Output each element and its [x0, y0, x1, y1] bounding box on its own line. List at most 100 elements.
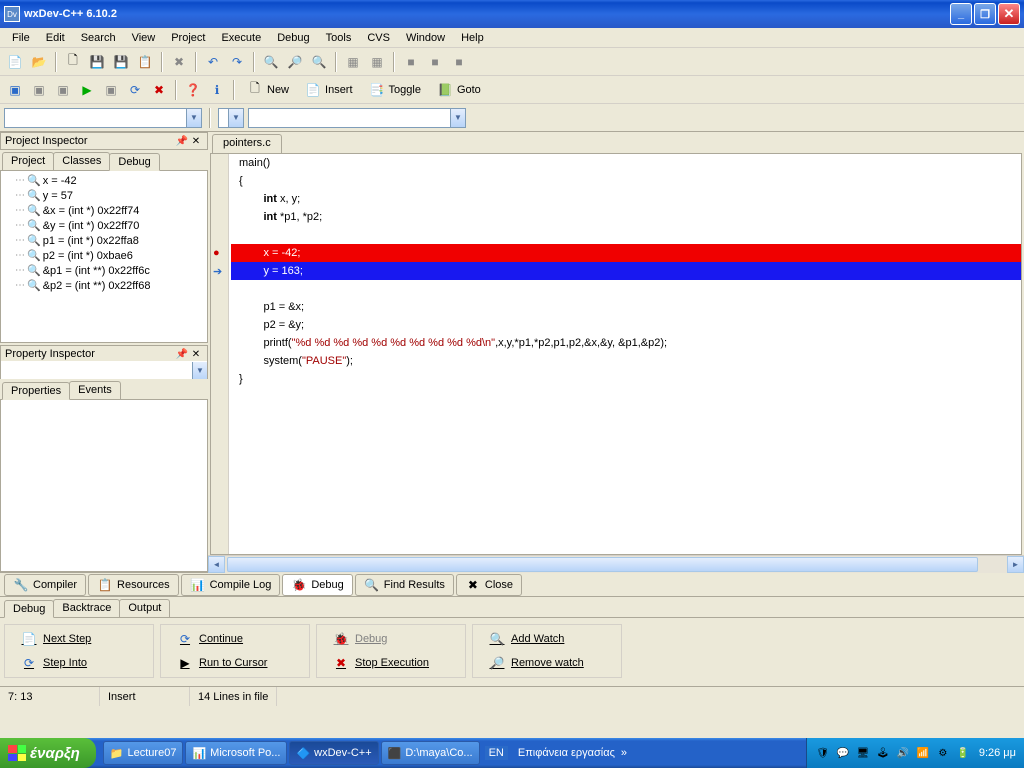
watch-item[interactable]: ⋯🔍 y = 57	[3, 188, 205, 203]
watch-item[interactable]: ⋯🔍 &p1 = (int **) 0x22ff6c	[3, 263, 205, 278]
tray-icon[interactable]: 🖥	[855, 745, 871, 761]
debug-tab-output[interactable]: Output	[119, 599, 170, 617]
next-step-button[interactable]: 📄Next Step	[13, 629, 145, 649]
dbg-run-icon[interactable]: ▶	[76, 79, 98, 101]
start-button[interactable]: έναρξη	[0, 738, 96, 768]
task-button[interactable]: ⬛D:\maya\Co...	[381, 741, 480, 765]
debug-tab-debug[interactable]: Debug	[4, 600, 54, 618]
prop-tab-properties[interactable]: Properties	[2, 382, 70, 400]
menu-view[interactable]: View	[124, 30, 164, 46]
scroll-right-icon[interactable]: ►	[1007, 556, 1024, 573]
step-into-button[interactable]: ⟳Step Into	[13, 653, 145, 673]
debug-tab-backtrace[interactable]: Backtrace	[53, 599, 120, 617]
property-view[interactable]	[0, 400, 208, 572]
insert-button[interactable]: 📄Insert	[298, 79, 360, 101]
menu-window[interactable]: Window	[398, 30, 453, 46]
more-tasks-icon[interactable]: »	[621, 747, 627, 759]
saveall-icon[interactable]: 💾	[110, 51, 132, 73]
combo2[interactable]: ▼	[218, 108, 244, 128]
menu-search[interactable]: Search	[73, 30, 124, 46]
bottom-tab-compile-log[interactable]: 📊Compile Log	[181, 574, 281, 596]
stop-execution-button[interactable]: ✖Stop Execution	[325, 653, 457, 673]
add-watch-button[interactable]: 🔍Add Watch	[481, 629, 613, 649]
find-icon[interactable]: 🔍	[260, 51, 282, 73]
taskbar-clock[interactable]: 9:26 μμ	[979, 747, 1016, 759]
code-area[interactable]: main(){ int x, y; int *p1, *p2; x = -42;…	[231, 154, 1021, 388]
redo-icon[interactable]: ↷	[226, 51, 248, 73]
editor-hscroll[interactable]: ◄ ►	[208, 555, 1024, 572]
breakpoint-icon[interactable]: ●	[213, 247, 225, 259]
dbg-over-icon[interactable]: ▣	[28, 79, 50, 101]
combo3[interactable]: ▼	[248, 108, 466, 128]
tray-icon[interactable]: 💬	[835, 745, 851, 761]
close-panel-icon[interactable]: ✕	[189, 347, 203, 361]
watch-item[interactable]: ⋯🔍 &y = (int *) 0x22ff70	[3, 218, 205, 233]
close-button[interactable]: ✕	[998, 3, 1020, 25]
compile-icon[interactable]: ▦	[342, 51, 364, 73]
dbg-step-icon[interactable]: ▣	[4, 79, 26, 101]
bottom-tab-close[interactable]: ✖Close	[456, 574, 522, 596]
print-icon[interactable]: 📋	[134, 51, 156, 73]
dbg-into-icon[interactable]: ▣	[52, 79, 74, 101]
editor-tab[interactable]: pointers.c	[212, 134, 282, 153]
menu-help[interactable]: Help	[453, 30, 492, 46]
lang-indicator[interactable]: EN	[485, 746, 508, 760]
tray-icon[interactable]: 🔊	[895, 745, 911, 761]
undo-icon[interactable]: ↶	[202, 51, 224, 73]
task-button[interactable]: 🔷wxDev-C++	[289, 741, 378, 765]
rebuild-icon[interactable]: ■	[400, 51, 422, 73]
menu-file[interactable]: File	[4, 30, 38, 46]
watch-item[interactable]: ⋯🔍 p2 = (int *) 0xbae6	[3, 248, 205, 263]
menu-debug[interactable]: Debug	[269, 30, 317, 46]
task-button[interactable]: 📁Lecture07	[103, 741, 184, 765]
new-button[interactable]: 🗋New	[240, 79, 296, 101]
menu-cvs[interactable]: CVS	[359, 30, 398, 46]
save-icon[interactable]: 💾	[86, 51, 108, 73]
continue-button[interactable]: ⟳Continue	[169, 629, 301, 649]
new-project-icon[interactable]: 📄	[4, 51, 26, 73]
tray-icon[interactable]: 🛡	[815, 745, 831, 761]
debug-watch-tree[interactable]: ⋯🔍 x = -42⋯🔍 y = 57⋯🔍 &x = (int *) 0x22f…	[0, 171, 208, 343]
run-icon[interactable]: ▦	[366, 51, 388, 73]
goto-button[interactable]: 📗Goto	[430, 79, 488, 101]
findnext-icon[interactable]: 🔍	[308, 51, 330, 73]
menu-project[interactable]: Project	[163, 30, 213, 46]
about-icon[interactable]: ℹ	[206, 79, 228, 101]
menu-edit[interactable]: Edit	[38, 30, 73, 46]
scroll-left-icon[interactable]: ◄	[208, 556, 225, 573]
menu-tools[interactable]: Tools	[318, 30, 360, 46]
tray-icon[interactable]: 📶	[915, 745, 931, 761]
titlebar[interactable]: Dv wxDev-C++ 6.10.2 _ ❐ ✕	[0, 0, 1024, 28]
dbg-stop-icon[interactable]: ✖	[148, 79, 170, 101]
project-tab-project[interactable]: Project	[2, 152, 54, 170]
prop-tab-events[interactable]: Events	[69, 381, 121, 399]
dbg-continue-icon[interactable]: ⟳	[124, 79, 146, 101]
bottom-tab-compiler[interactable]: 🔧Compiler	[4, 574, 86, 596]
debug-icon[interactable]: ■	[424, 51, 446, 73]
menu-execute[interactable]: Execute	[213, 30, 269, 46]
taskbar[interactable]: έναρξη 📁Lecture07📊Microsoft Po...🔷wxDev-…	[0, 738, 1024, 768]
close-panel-icon[interactable]: ✕	[189, 134, 203, 148]
project-tab-debug[interactable]: Debug	[109, 153, 159, 171]
remove-watch-button[interactable]: 🔎Remove watch	[481, 653, 613, 673]
profile-icon[interactable]: ■	[448, 51, 470, 73]
replace-icon[interactable]: 🔎	[284, 51, 306, 73]
watch-item[interactable]: ⋯🔍 p1 = (int *) 0x22ffa8	[3, 233, 205, 248]
help-icon[interactable]: ❓	[182, 79, 204, 101]
tray-icon[interactable]: 🔋	[955, 745, 971, 761]
close-file-icon[interactable]: ✖	[168, 51, 190, 73]
pin-icon[interactable]: 📌	[175, 347, 189, 361]
systray[interactable]: 🛡 💬 🖥 🕹 🔊 📶 ⚙ 🔋 9:26 μμ	[806, 738, 1024, 768]
editor-gutter[interactable]: ●➔	[211, 154, 229, 554]
dbg-pause-icon[interactable]: ▣	[100, 79, 122, 101]
tray-icon[interactable]: 🕹	[875, 745, 891, 761]
open-icon[interactable]: 📂	[28, 51, 50, 73]
pin-icon[interactable]: 📌	[175, 134, 189, 148]
watch-item[interactable]: ⋯🔍 &x = (int *) 0x22ff74	[3, 203, 205, 218]
toggle-button[interactable]: 📑Toggle	[362, 79, 428, 101]
minimize-button[interactable]: _	[950, 3, 972, 25]
prop-combo[interactable]: ▼	[1, 361, 207, 381]
run-to-cursor-button[interactable]: ▶Run to Cursor	[169, 653, 301, 673]
tray-icon[interactable]: ⚙	[935, 745, 951, 761]
bottom-tab-resources[interactable]: 📋Resources	[88, 574, 179, 596]
